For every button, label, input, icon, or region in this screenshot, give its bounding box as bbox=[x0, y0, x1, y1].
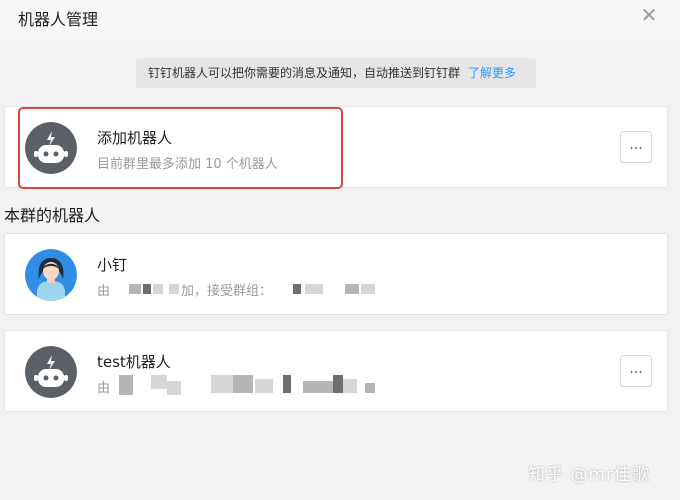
section-title: 本群的机器人 bbox=[4, 206, 101, 225]
redacted-text bbox=[293, 284, 301, 294]
dialog-title: 机器人管理 bbox=[18, 10, 99, 29]
redacted-text bbox=[343, 379, 357, 393]
redacted-text bbox=[345, 284, 359, 294]
robot-card-xiaoding[interactable]: 小钉 由 加，接受群组： bbox=[4, 233, 668, 315]
close-icon[interactable]: ✕ bbox=[638, 4, 660, 26]
redacted-text bbox=[233, 375, 253, 393]
learn-more-link[interactable]: 了解更多 bbox=[468, 66, 516, 80]
redacted-text bbox=[143, 284, 151, 294]
notice-banner: 钉钉机器人可以把你需要的消息及通知，自动推送到钉钉群 了解更多 bbox=[136, 58, 536, 88]
dialog-header: 机器人管理 ✕ bbox=[0, 0, 680, 40]
add-robot-card[interactable]: 添加机器人 目前群里最多添加 10 个机器人 ... bbox=[4, 106, 668, 188]
robot-icon bbox=[25, 122, 77, 174]
redacted-text bbox=[303, 381, 333, 393]
redacted-text bbox=[361, 284, 375, 294]
watermark: 知乎 @mr佳歌 bbox=[528, 465, 650, 485]
redacted-text bbox=[151, 375, 167, 389]
robot-card-test[interactable]: test机器人 由 ... bbox=[4, 330, 668, 412]
redacted-text bbox=[333, 375, 343, 393]
redacted-text bbox=[255, 379, 273, 393]
robot-desc-mid: 加，接受群组： bbox=[181, 284, 273, 299]
add-robot-label: 添加机器人 bbox=[97, 129, 173, 147]
robot-name: test机器人 bbox=[97, 353, 171, 371]
robot-desc: 由 bbox=[97, 381, 111, 396]
redacted-text bbox=[129, 284, 141, 294]
add-robot-desc: 目前群里最多添加 10 个机器人 bbox=[97, 157, 278, 172]
add-robot-more-button[interactable]: ... bbox=[620, 131, 652, 163]
redacted-text bbox=[211, 375, 233, 393]
robot-more-button[interactable]: ... bbox=[620, 355, 652, 387]
notice-text: 钉钉机器人可以把你需要的消息及通知，自动推送到钉钉群 bbox=[148, 66, 461, 80]
redacted-text bbox=[169, 284, 179, 294]
redacted-text bbox=[365, 383, 375, 393]
robot-name: 小钉 bbox=[97, 256, 128, 274]
robot-icon bbox=[25, 346, 77, 398]
robot-desc: 由 bbox=[97, 284, 111, 299]
person-avatar-icon bbox=[25, 249, 77, 301]
redacted-text bbox=[167, 381, 181, 395]
redacted-text bbox=[153, 284, 163, 294]
redacted-text bbox=[305, 284, 323, 294]
redacted-text bbox=[119, 375, 133, 395]
redacted-text bbox=[283, 375, 291, 393]
